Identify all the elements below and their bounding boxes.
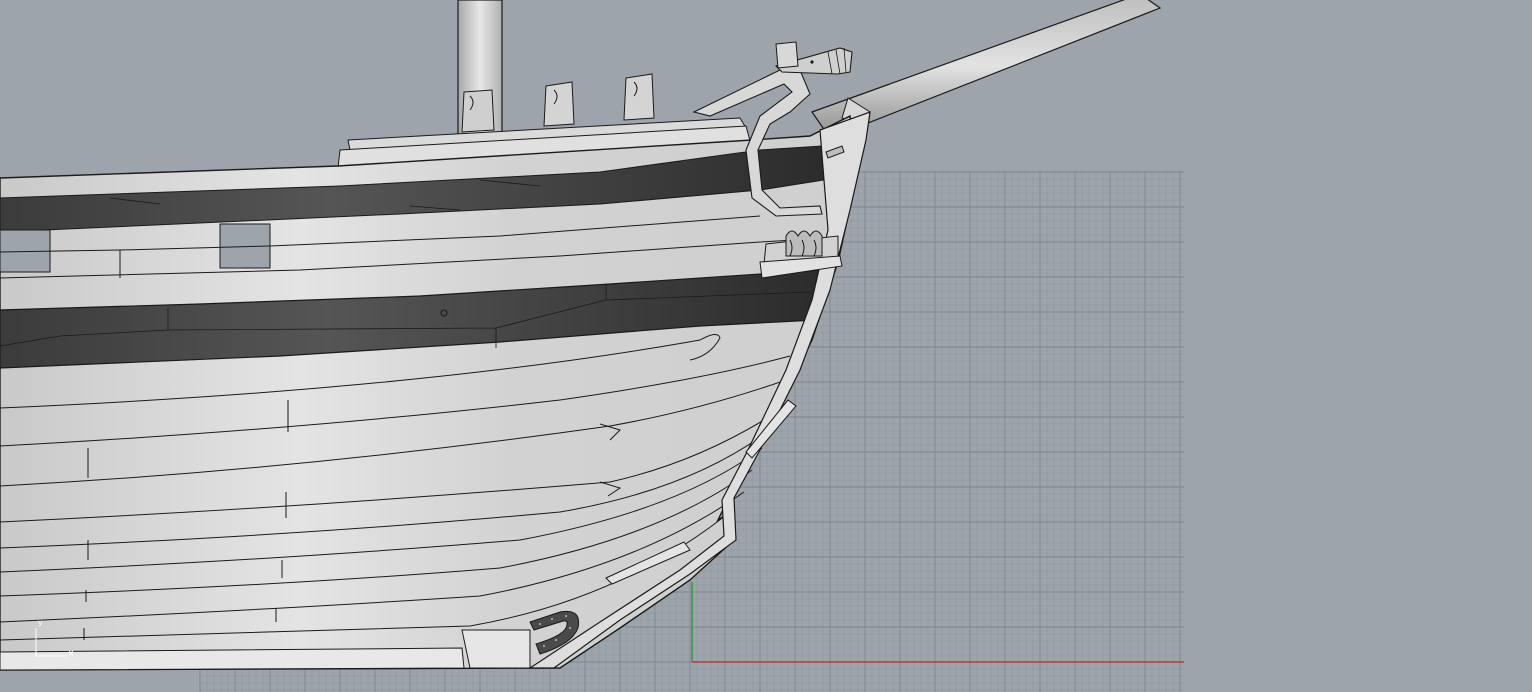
foremast[interactable]: [457, 0, 503, 136]
orientation-x-label: x: [68, 648, 74, 659]
modeling-viewport[interactable]: x y: [0, 0, 1532, 692]
ship-hull[interactable]: [0, 111, 871, 671]
viewport-canvas[interactable]: [0, 0, 1532, 692]
timberheads: [543, 73, 655, 127]
orientation-y-label: y: [38, 618, 43, 627]
